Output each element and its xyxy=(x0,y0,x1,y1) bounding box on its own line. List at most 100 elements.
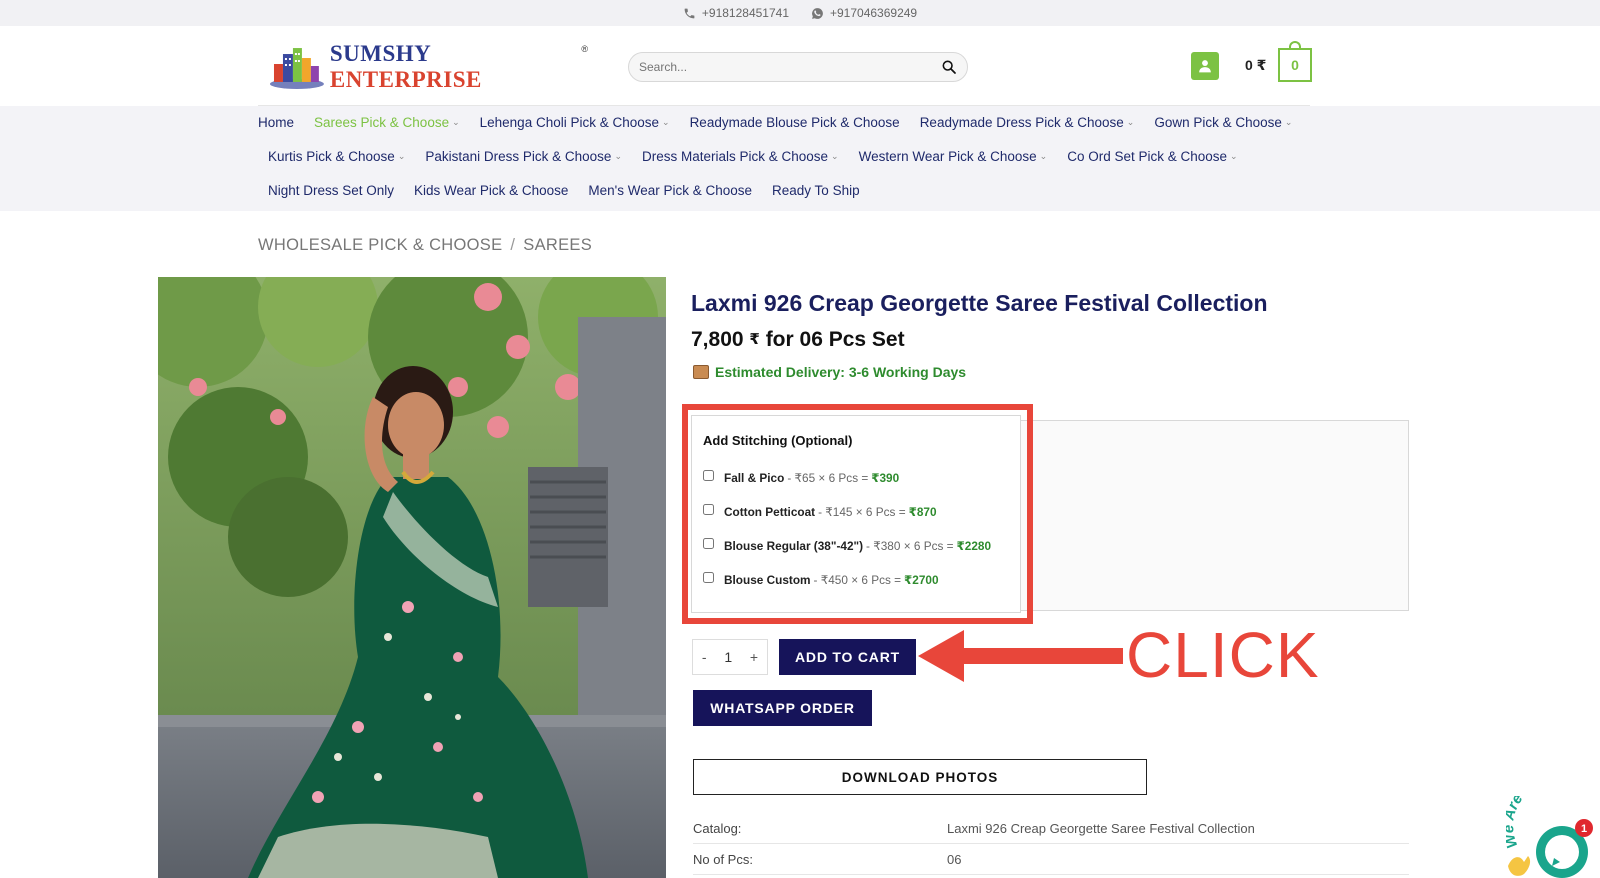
product-image[interactable] xyxy=(158,277,666,878)
stitching-option[interactable]: Blouse Regular (38"-42") - ₹380 × 6 Pcs =… xyxy=(703,529,1009,563)
stitching-option[interactable]: Blouse Custom - ₹450 × 6 Pcs = ₹2700 xyxy=(703,563,1009,597)
stitching-checkbox[interactable] xyxy=(703,537,714,549)
nav-item-home[interactable]: Home xyxy=(258,115,294,130)
nav-item-label: Home xyxy=(258,115,295,130)
chevron-down-icon: ⌄ xyxy=(1230,151,1238,161)
whatsapp-order-button[interactable]: WHATSAPP ORDER xyxy=(693,690,872,726)
whatsapp-contact[interactable]: +917046369249 xyxy=(811,6,917,20)
nav-item-label: Western Wear Pick & Choose xyxy=(858,149,1037,164)
option-name: Blouse Custom xyxy=(724,573,811,587)
package-icon xyxy=(693,365,709,379)
user-icon xyxy=(1199,60,1211,73)
whatsapp-icon xyxy=(812,7,823,19)
breadcrumb-sarees[interactable]: SAREES xyxy=(523,236,592,254)
search-icon[interactable] xyxy=(941,59,957,75)
chevron-down-icon: ⌄ xyxy=(1284,117,1293,127)
nav-item-label: Men's Wear Pick & Choose xyxy=(588,183,753,198)
nav-item-label: Dress Materials Pick & Choose xyxy=(641,149,829,164)
breadcrumb: WHOLESALE PICK & CHOOSE / SAREES xyxy=(258,236,592,255)
nav-item-label: Ready To Ship xyxy=(772,183,860,198)
stitching-heading: Add Stitching (Optional) xyxy=(703,433,853,448)
cart-count: 0 xyxy=(1291,57,1299,73)
spec-row: No of Pcs: 06 xyxy=(693,844,1409,875)
nav-item-readymade-dress-pick-choose[interactable]: Readymade Dress Pick & Choose ⌄ xyxy=(920,115,1135,130)
option-total: ₹2280 xyxy=(956,539,991,553)
phone-contact[interactable]: +918128451741 xyxy=(683,6,789,20)
cart-bag-icon[interactable]: 0 xyxy=(1278,41,1312,82)
spec-key: Catalog: xyxy=(693,820,742,836)
site-logo[interactable]: SUMSHY ENTERPRISE ® xyxy=(268,41,588,92)
nav-item-pakistani-dress-pick-choose[interactable]: Pakistani Dress Pick & Choose ⌄ xyxy=(425,149,622,164)
chevron-down-icon: ⌄ xyxy=(614,151,622,161)
nav-item-sarees-pick-choose[interactable]: Sarees Pick & Choose ⌄ xyxy=(314,115,460,130)
chevron-down-icon: ⌄ xyxy=(662,117,670,127)
option-calc: - ₹450 × 6 Pcs = xyxy=(813,573,902,587)
search-input[interactable] xyxy=(639,60,941,74)
stitching-option[interactable]: Cotton Petticoat - ₹145 × 6 Pcs = ₹870 xyxy=(703,495,1009,529)
option-calc: - ₹145 × 6 Pcs = xyxy=(818,505,906,519)
nav-item-label: Readymade Dress Pick & Choose xyxy=(919,115,1124,130)
buildings-logo-icon xyxy=(269,48,324,89)
cart-total[interactable]: 0 ₹ xyxy=(1245,57,1266,74)
option-name: Fall & Pico xyxy=(724,471,785,485)
nav-item-ready-to-ship[interactable]: Ready To Ship xyxy=(772,183,860,198)
spec-key: No of Pcs: xyxy=(693,851,753,867)
chat-widget[interactable]: We Are Here 1 xyxy=(1500,769,1600,878)
option-name: Cotton Petticoat xyxy=(724,505,816,519)
product-specs-table: Catalog: Laxmi 926 Creap Georgette Saree … xyxy=(693,813,1409,875)
nav-item-men-s-wear-pick-choose[interactable]: Men's Wear Pick & Choose xyxy=(588,183,752,198)
quantity-stepper: - 1 + xyxy=(692,639,768,675)
stitching-checkbox[interactable] xyxy=(703,503,714,515)
search-bar xyxy=(628,52,968,82)
nav-item-label: Night Dress Set Only xyxy=(268,183,395,198)
chevron-down-icon: ⌄ xyxy=(1126,117,1135,127)
nav-item-night-dress-set-only[interactable]: Night Dress Set Only xyxy=(268,183,394,198)
option-total: ₹870 xyxy=(908,505,937,519)
phone-icon xyxy=(684,8,695,18)
download-photos-button[interactable]: DOWNLOAD PHOTOS xyxy=(693,759,1147,795)
nav-item-western-wear-pick-choose[interactable]: Western Wear Pick & Choose ⌄ xyxy=(859,149,1048,164)
whatsapp-number: +917046369249 xyxy=(830,6,918,20)
spec-value: 06 xyxy=(947,851,962,867)
price-amount: 7,800 xyxy=(691,328,744,351)
svg-text:1: 1 xyxy=(1581,823,1587,835)
annotation-click-label: CLICK xyxy=(1126,619,1320,691)
spec-row: Catalog: Laxmi 926 Creap Georgette Saree … xyxy=(693,813,1409,844)
nav-item-kids-wear-pick-choose[interactable]: Kids Wear Pick & Choose xyxy=(414,183,568,198)
nav-item-label: Kids Wear Pick & Choose xyxy=(414,183,569,198)
annotation-arrow-icon xyxy=(918,630,1123,682)
option-calc: - ₹65 × 6 Pcs = xyxy=(787,471,869,485)
nav-item-label: Co Ord Set Pick & Choose xyxy=(1067,149,1228,164)
nav-item-co-ord-set-pick-choose[interactable]: Co Ord Set Pick & Choose ⌄ xyxy=(1067,149,1237,164)
qty-increase-button[interactable]: + xyxy=(750,649,758,665)
nav-item-gown-pick-choose[interactable]: Gown Pick & Choose ⌄ xyxy=(1154,115,1292,130)
nav-item-lehenga-choli-pick-choose[interactable]: Lehenga Choli Pick & Choose ⌄ xyxy=(480,115,670,130)
logo-text: SUMSHY ENTERPRISE xyxy=(329,41,482,92)
chevron-down-icon: ⌄ xyxy=(831,151,839,161)
phone-number: +918128451741 xyxy=(701,6,789,20)
stitching-option[interactable]: Fall & Pico - ₹65 × 6 Pcs = ₹390 xyxy=(703,461,1009,495)
nav-item-label: Readymade Blouse Pick & Choose xyxy=(689,115,900,130)
breadcrumb-wholesale[interactable]: WHOLESALE PICK & CHOOSE xyxy=(258,236,502,254)
account-button[interactable] xyxy=(1191,52,1219,80)
option-name: Blouse Regular (38"-42") xyxy=(724,539,864,553)
nav-item-dress-materials-pick-choose[interactable]: Dress Materials Pick & Choose ⌄ xyxy=(642,149,839,164)
qty-value[interactable]: 1 xyxy=(724,649,732,665)
nav-item-label: Gown Pick & Choose xyxy=(1154,115,1282,130)
product-price: 7,800 ₹ for 06 Pcs Set xyxy=(691,328,905,352)
top-contact-bar: +918128451741 +917046369249 xyxy=(0,0,1600,26)
nav-row-2: Kurtis Pick & Choose ⌄ Pakistani Dress Pic… xyxy=(268,149,1238,164)
nav-item-readymade-blouse-pick-choose[interactable]: Readymade Blouse Pick & Choose xyxy=(690,115,900,130)
chevron-down-icon: ⌄ xyxy=(452,117,460,127)
nav-item-label: Kurtis Pick & Choose xyxy=(268,149,395,164)
nav-row-1: Home Sarees Pick & Choose ⌄ Lehenga Choli P… xyxy=(258,115,1292,130)
stitching-checkbox[interactable] xyxy=(703,469,714,481)
nav-item-kurtis-pick-choose[interactable]: Kurtis Pick & Choose ⌄ xyxy=(268,149,405,164)
option-calc: - ₹380 × 6 Pcs = xyxy=(866,539,954,553)
qty-decrease-button[interactable]: - xyxy=(702,649,707,665)
stitching-options: Add Stitching (Optional) Fall & Pico - ₹6… xyxy=(691,415,1021,613)
product-title: Laxmi 926 Creap Georgette Saree Festival… xyxy=(691,290,1268,316)
stitching-checkbox[interactable] xyxy=(703,571,714,583)
add-to-cart-button[interactable]: ADD TO CART xyxy=(779,639,916,675)
breadcrumb-separator: / xyxy=(510,236,516,254)
